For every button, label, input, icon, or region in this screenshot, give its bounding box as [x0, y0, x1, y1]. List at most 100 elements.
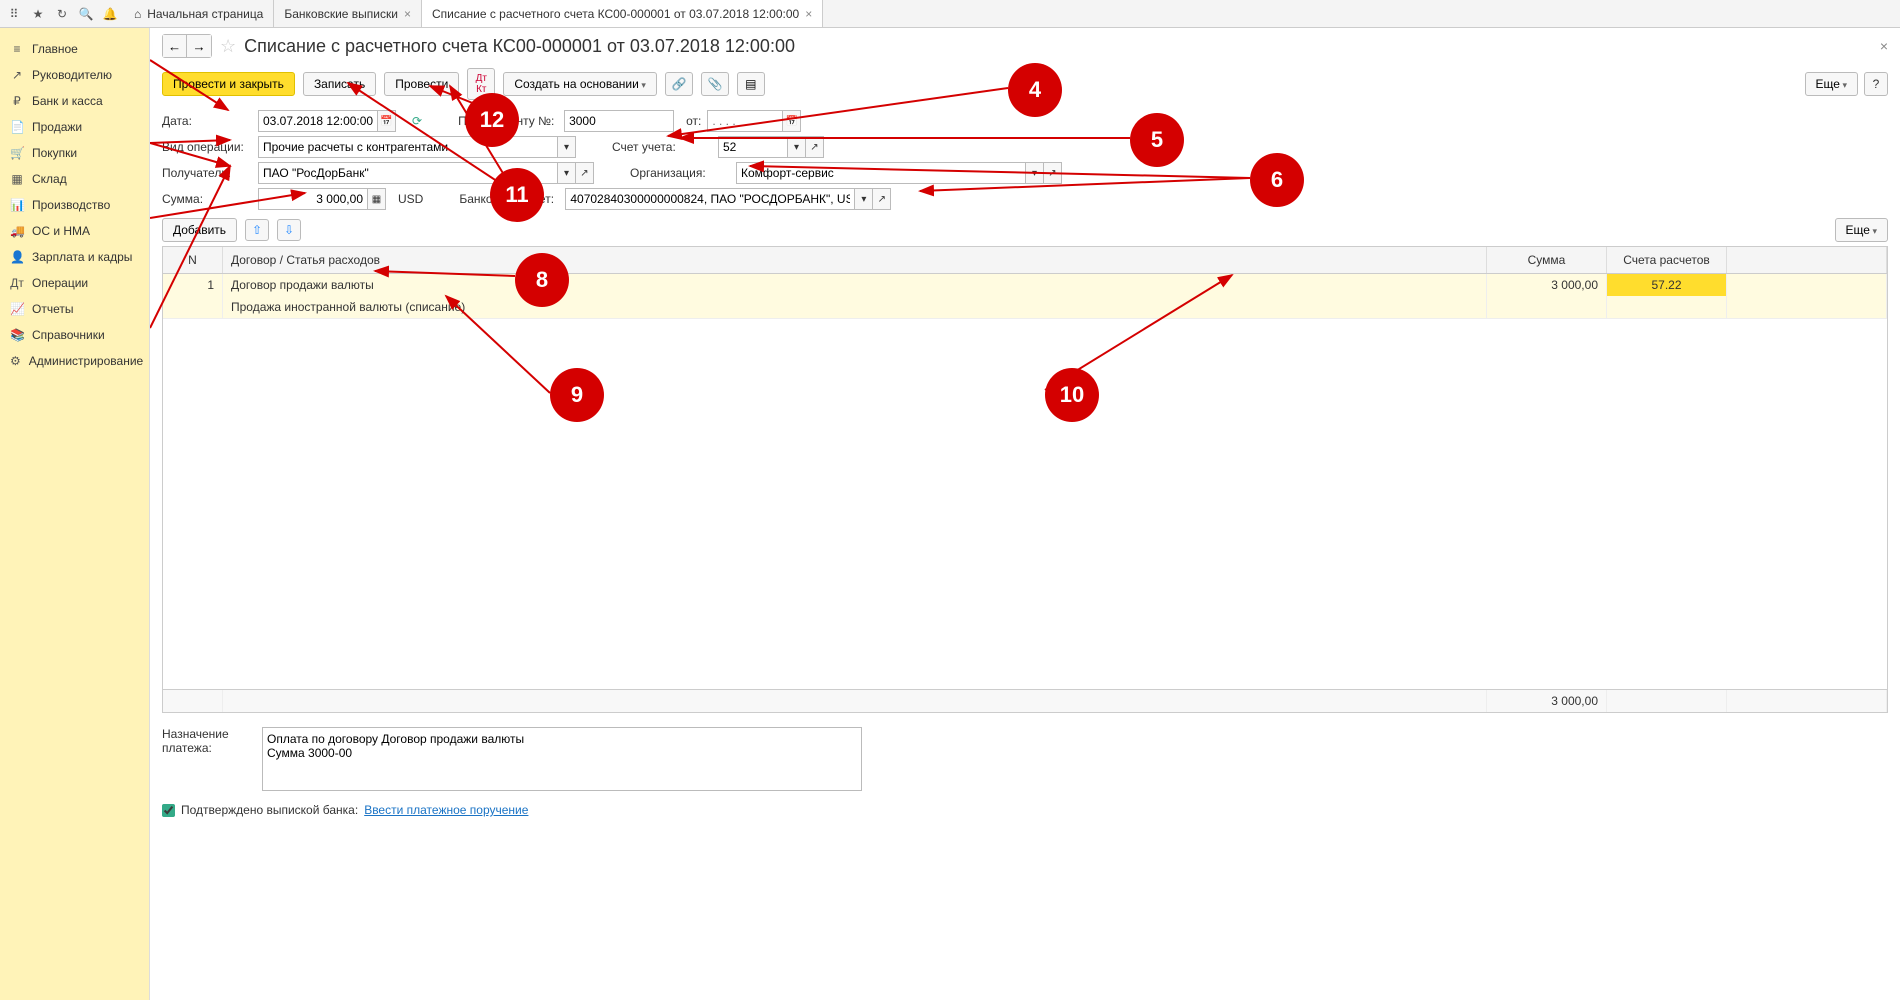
callout-4: 4: [1008, 63, 1062, 117]
currency-label: USD: [398, 192, 423, 206]
tab-statements[interactable]: Банковские выписки ×: [274, 0, 422, 27]
org-label: Организация:: [630, 166, 730, 180]
sidebar-item-operations[interactable]: ДтОперации: [0, 270, 149, 296]
cell-acc[interactable]: 57.22: [1607, 274, 1727, 296]
bars-icon: 📊: [10, 198, 24, 212]
dropdown-icon[interactable]: ▾: [558, 162, 576, 184]
docdate-input[interactable]: [707, 110, 783, 132]
tab-home[interactable]: ⌂ Начальная страница: [124, 0, 274, 27]
account-input[interactable]: [718, 136, 788, 158]
star-icon[interactable]: ★: [30, 6, 46, 22]
grid-icon: ▦: [10, 172, 24, 186]
create-based-button[interactable]: Создать на основании: [503, 72, 657, 96]
post-button[interactable]: Провести: [384, 72, 459, 96]
sidebar-item-manager[interactable]: ↗Руководителю: [0, 62, 149, 88]
dropdown-icon[interactable]: ▾: [558, 136, 576, 158]
sidebar-item-bank[interactable]: ₽Банк и касса: [0, 88, 149, 114]
purpose-block: Назначение платежа: Оплата по договору Д…: [162, 727, 1888, 791]
sync-icon[interactable]: ⟳: [412, 114, 422, 128]
favorite-icon[interactable]: ☆: [220, 36, 236, 57]
callout-5: 5: [1130, 113, 1184, 167]
main-area: ← → ☆ Списание с расчетного счета КС00-0…: [150, 28, 1900, 1000]
close-icon[interactable]: ×: [404, 7, 411, 21]
form-button[interactable]: ▤: [737, 72, 765, 96]
dropdown-icon[interactable]: ▾: [1026, 162, 1044, 184]
dtkt-icon: Дт: [10, 276, 24, 290]
sidebar-item-reports[interactable]: 📈Отчеты: [0, 296, 149, 322]
sidebar-item-label: Продажи: [32, 120, 82, 134]
open-icon[interactable]: ↗: [873, 188, 891, 210]
cart-icon: 🛒: [10, 146, 24, 160]
person-icon: 👤: [10, 250, 24, 264]
sidebar-item-assets[interactable]: 🚚 ОС и НМА: [0, 218, 149, 244]
date-label: Дата:: [162, 114, 252, 128]
close-icon[interactable]: ×: [805, 7, 812, 21]
purpose-label: Назначение платежа:: [162, 727, 252, 755]
col-contract: Договор / Статья расходов: [223, 247, 1487, 273]
search-icon[interactable]: 🔍: [78, 6, 94, 22]
open-icon[interactable]: ↗: [806, 136, 824, 158]
forward-button[interactable]: →: [187, 35, 211, 57]
confirm-block: Подтверждено выпиской банка: Ввести плат…: [162, 803, 1888, 817]
open-icon[interactable]: ↗: [576, 162, 594, 184]
apps-icon[interactable]: ⠿: [6, 6, 22, 22]
sidebar-item-label: Администрирование: [29, 354, 143, 368]
sidebar-item-label: Руководителю: [32, 68, 112, 82]
tab-document[interactable]: Списание с расчетного счета КС00-000001 …: [422, 0, 823, 27]
section-toolbar: Добавить ⇧ ⇩ Еще: [162, 218, 1888, 242]
sidebar-item-payroll[interactable]: 👤Зарплата и кадры: [0, 244, 149, 270]
history-icon[interactable]: ↻: [54, 6, 70, 22]
save-button[interactable]: Записать: [303, 72, 376, 96]
close-icon[interactable]: ×: [1880, 38, 1888, 54]
table-row[interactable]: 1 Договор продажи валюты 3 000,00 57.22: [163, 274, 1887, 296]
table-empty-space: [163, 319, 1887, 689]
sidebar-item-label: Главное: [32, 42, 78, 56]
sidebar-item-admin[interactable]: ⚙Администрирование: [0, 348, 149, 374]
bankacc-input[interactable]: [565, 188, 855, 210]
top-bar: ⠿ ★ ↻ 🔍 🔔 ⌂ Начальная страница Банковски…: [0, 0, 1900, 28]
sum-label: Сумма:: [162, 192, 252, 206]
dropdown-icon[interactable]: ▾: [788, 136, 806, 158]
calendar-icon[interactable]: 📅: [783, 110, 801, 132]
sidebar-item-label: ОС и НМА: [32, 224, 90, 238]
org-input[interactable]: [736, 162, 1026, 184]
move-down-button[interactable]: ⇩: [277, 219, 301, 241]
calc-icon[interactable]: ▦: [368, 188, 386, 210]
sidebar-item-catalogs[interactable]: 📚Справочники: [0, 322, 149, 348]
sidebar-item-production[interactable]: 📊 Производство: [0, 192, 149, 218]
sum-input[interactable]: [258, 188, 368, 210]
add-button[interactable]: Добавить: [162, 218, 237, 242]
calendar-icon[interactable]: 📅: [378, 110, 396, 132]
doc-icon: 📄: [10, 120, 24, 134]
docnum-input[interactable]: [564, 110, 674, 132]
confirm-checkbox[interactable]: [162, 804, 175, 817]
table-row-sub[interactable]: Продажа иностранной валюты (списание): [163, 296, 1887, 319]
sidebar-item-label: Покупки: [32, 146, 77, 160]
more-button[interactable]: Еще: [1805, 72, 1858, 96]
enter-payment-link[interactable]: Ввести платежное поручение: [364, 803, 528, 817]
sidebar-item-label: Производство: [32, 198, 110, 212]
sidebar-item-warehouse[interactable]: ▦Склад: [0, 166, 149, 192]
cell-tail: [1727, 274, 1887, 296]
more-button[interactable]: Еще: [1835, 218, 1888, 242]
move-up-button[interactable]: ⇧: [245, 219, 269, 241]
sidebar-item-purchases[interactable]: 🛒 Покупки: [0, 140, 149, 166]
help-button[interactable]: ?: [1864, 72, 1888, 96]
open-icon[interactable]: ↗: [1044, 162, 1062, 184]
optype-input[interactable]: [258, 136, 558, 158]
back-button[interactable]: ←: [163, 35, 187, 57]
callout-9: 9: [550, 368, 604, 422]
sidebar-item-sales[interactable]: 📄 Продажи: [0, 114, 149, 140]
dropdown-icon[interactable]: ▾: [855, 188, 873, 210]
col-acc: Счета расчетов: [1607, 247, 1727, 273]
tab-label: Банковские выписки: [284, 7, 398, 21]
post-and-close-button[interactable]: Провести и закрыть: [162, 72, 295, 96]
sidebar-item-main[interactable]: ≡Главное: [0, 36, 149, 62]
date-input[interactable]: [258, 110, 378, 132]
bell-icon[interactable]: 🔔: [102, 6, 118, 22]
truck-icon: 🚚: [10, 224, 24, 238]
cell-expense: Продажа иностранной валюты (списание): [223, 296, 1487, 318]
attach-button[interactable]: 📎: [701, 72, 729, 96]
purpose-textarea[interactable]: Оплата по договору Договор продажи валют…: [262, 727, 862, 791]
link-button[interactable]: 🔗: [665, 72, 693, 96]
